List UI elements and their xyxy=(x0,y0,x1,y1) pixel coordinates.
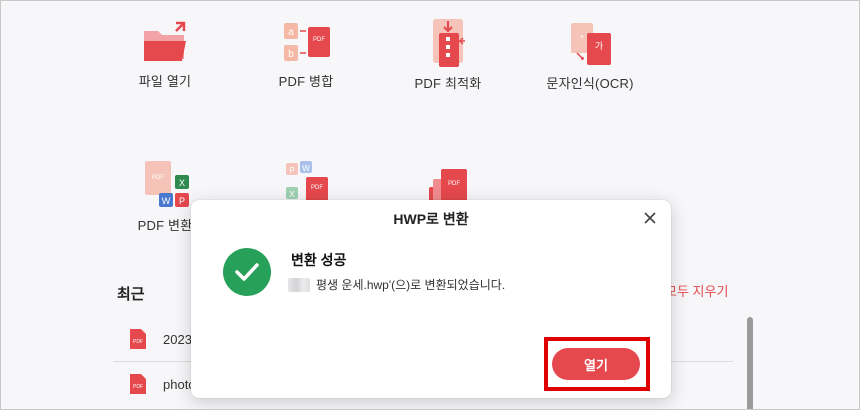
file-icon-text: PDF xyxy=(133,339,143,345)
ppt-glyph: P xyxy=(289,166,294,175)
recent-scrollbar[interactable] xyxy=(747,317,753,409)
word-glyph: W xyxy=(162,196,171,206)
tool-label: PDF 최적화 xyxy=(414,76,482,91)
recent-title: 최근 xyxy=(117,286,145,303)
excel-glyph: X xyxy=(179,178,185,188)
dialog-title: HWP로 변환 xyxy=(393,211,469,227)
pdf-glyph: PDF xyxy=(313,37,325,43)
tool-label: PDF 병합 xyxy=(278,74,334,89)
pdf-compress-icon xyxy=(433,19,465,67)
open-button[interactable]: 열기 xyxy=(552,348,640,380)
excel-glyph: X xyxy=(289,190,295,199)
svg-text:*: * xyxy=(580,34,583,43)
pdf-glyph: PDF xyxy=(311,185,323,191)
pdf-glyph: PDF xyxy=(448,181,460,187)
folder-open-icon xyxy=(144,21,186,61)
merge-b-glyph: b xyxy=(288,49,294,60)
tool-office-to-pdf[interactable]: P W X PDF xyxy=(236,159,376,205)
success-icon xyxy=(223,248,271,296)
tool-pdf-merge[interactable]: a b PDF PDF 병합 xyxy=(236,19,376,90)
redacted-filename-icon xyxy=(288,277,310,292)
close-icon[interactable] xyxy=(639,207,661,229)
ocr-char-glyph: 가 xyxy=(595,41,603,52)
dialog-message: 평생 운세.hwp'(으)로 변환되었습니다. xyxy=(316,278,506,292)
tool-open-file[interactable]: 파일 열기 xyxy=(95,19,235,90)
word-glyph: W xyxy=(302,164,310,173)
pdf-glyph: PDF xyxy=(152,175,164,181)
file-icon-text: PDF xyxy=(133,384,143,390)
tool-label: 문자인식(OCR) xyxy=(546,76,634,91)
pdf-file-icon: PDF xyxy=(130,329,146,349)
pdf-convert-icon: PDF X W P xyxy=(145,161,189,207)
ocr-icon: * 가 xyxy=(571,23,611,65)
merge-a-glyph: a xyxy=(288,27,294,38)
tool-ocr[interactable]: * 가 문자인식(OCR) xyxy=(520,19,660,92)
tool-label: 파일 열기 xyxy=(138,74,192,89)
ppt-glyph: P xyxy=(179,196,185,206)
tool-pdf-optimize[interactable]: PDF 최적화 xyxy=(378,17,518,92)
pdf-file-icon: PDF xyxy=(130,374,146,394)
app-window: 파일 열기 a b PDF PDF 병합 PDF 최적화 * 가 문자인식(OC… xyxy=(0,0,860,410)
recent-file-name: 2023 xyxy=(163,332,192,347)
dialog-heading: 변환 성공 xyxy=(291,252,347,268)
clear-all-link[interactable]: 모두 지우기 xyxy=(665,281,728,300)
dialog-message-row: 평생 운세.hwp'(으)로 변환되었습니다. xyxy=(288,276,505,293)
pdf-merge-icon: a b PDF xyxy=(284,23,330,61)
office-to-pdf-icon: P W X PDF xyxy=(286,161,328,203)
